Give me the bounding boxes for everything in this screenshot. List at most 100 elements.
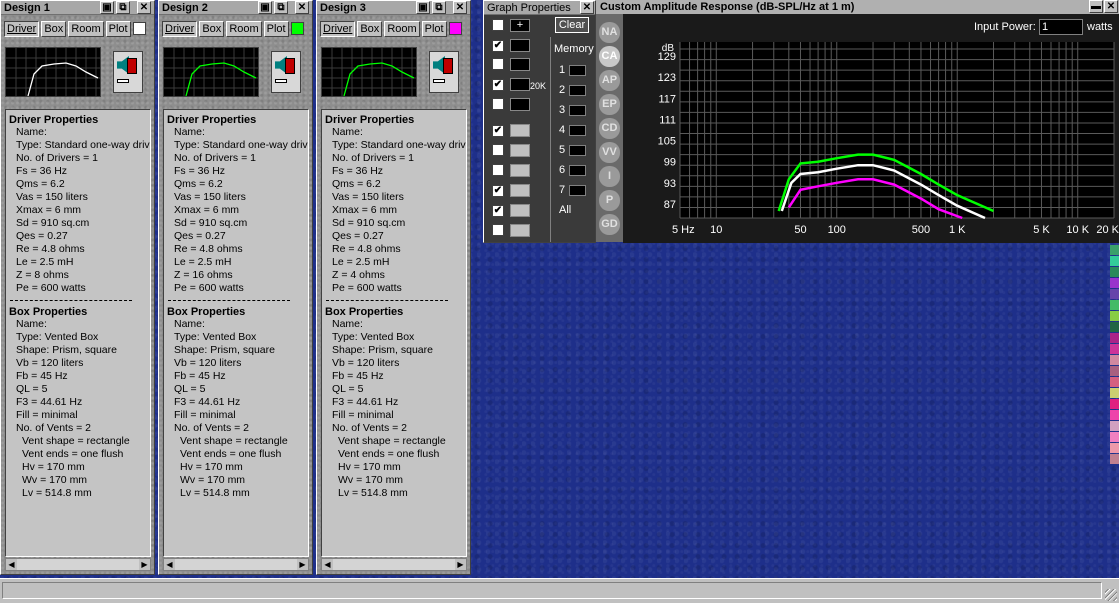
memory-slot-swatch[interactable] bbox=[569, 65, 586, 76]
graph-option-row[interactable] bbox=[492, 58, 530, 72]
option-checkbox[interactable] bbox=[492, 164, 504, 176]
graph-option-row[interactable]: ✔ 20K bbox=[492, 78, 546, 92]
color-swatch[interactable] bbox=[1110, 443, 1119, 453]
graph-option-row[interactable]: ✔ bbox=[492, 204, 530, 218]
copy-icon[interactable]: ⧉ bbox=[116, 1, 130, 14]
memory-slot[interactable]: 4 bbox=[559, 124, 587, 138]
color-swatch[interactable] bbox=[1110, 344, 1119, 354]
close-icon[interactable]: ✕ bbox=[295, 1, 309, 14]
close-icon[interactable]: ✕ bbox=[137, 1, 151, 14]
tab-box[interactable]: Box bbox=[357, 21, 383, 37]
color-swatch[interactable] bbox=[1110, 256, 1119, 266]
response-thumbnail[interactable] bbox=[163, 47, 259, 97]
clear-button[interactable]: Clear bbox=[555, 17, 589, 33]
horizontal-scrollbar[interactable]: ◀ ▶ bbox=[163, 558, 309, 571]
graph-option-row[interactable]: ✔ bbox=[492, 124, 530, 138]
design-titlebar[interactable]: Design 3 ▣ ⧉ ✕ bbox=[317, 1, 470, 15]
color-swatch[interactable] bbox=[1110, 399, 1119, 409]
tab-driver[interactable]: Driver bbox=[162, 21, 198, 37]
color-swatch[interactable] bbox=[1110, 300, 1119, 310]
option-checkbox[interactable]: ✔ bbox=[492, 79, 504, 91]
option-checkbox[interactable]: ✔ bbox=[492, 185, 504, 197]
memory-slot[interactable]: All bbox=[559, 204, 587, 218]
memory-slot[interactable]: 2 bbox=[559, 84, 587, 98]
memory-slot-swatch[interactable] bbox=[569, 165, 586, 176]
memory-slot-swatch[interactable] bbox=[569, 105, 586, 116]
save-icon[interactable]: ▣ bbox=[100, 1, 114, 14]
option-checkbox[interactable]: ✔ bbox=[492, 40, 504, 52]
graph-option-row[interactable] bbox=[492, 224, 530, 238]
color-swatch[interactable] bbox=[1110, 388, 1119, 398]
option-checkbox[interactable] bbox=[492, 58, 504, 70]
graph-option-row[interactable] bbox=[492, 144, 530, 158]
close-icon[interactable]: ✕ bbox=[453, 1, 467, 14]
color-swatch[interactable] bbox=[1110, 333, 1119, 343]
memory-slot-swatch[interactable] bbox=[569, 185, 586, 196]
response-thumbnail[interactable] bbox=[321, 47, 417, 97]
option-checkbox[interactable] bbox=[492, 19, 504, 31]
memory-slot[interactable]: 7 bbox=[559, 184, 587, 198]
close-icon[interactable]: ✕ bbox=[580, 1, 594, 14]
memory-slot[interactable]: 1 bbox=[559, 64, 587, 78]
save-icon[interactable]: ▣ bbox=[258, 1, 272, 14]
color-swatch[interactable] bbox=[1110, 245, 1119, 255]
plot-color-swatch[interactable] bbox=[290, 22, 304, 35]
tab-room[interactable]: Room bbox=[226, 21, 262, 37]
graph-option-row[interactable]: + bbox=[492, 19, 530, 33]
tab-driver[interactable]: Driver bbox=[320, 21, 356, 37]
color-swatch[interactable] bbox=[1110, 410, 1119, 420]
color-swatch[interactable] bbox=[1110, 322, 1119, 332]
close-icon[interactable]: ✕ bbox=[1104, 0, 1118, 13]
scroll-left-icon[interactable]: ◀ bbox=[322, 559, 333, 570]
memory-slot[interactable]: 3 bbox=[559, 104, 587, 118]
tab-plot[interactable]: Plot bbox=[421, 21, 447, 37]
plot-color-swatch[interactable] bbox=[132, 22, 146, 35]
horizontal-scrollbar[interactable]: ◀ ▶ bbox=[5, 558, 151, 571]
memory-slot[interactable]: 6 bbox=[559, 164, 587, 178]
color-swatch[interactable] bbox=[1110, 289, 1119, 299]
graph-option-row[interactable]: ✔ bbox=[492, 39, 530, 53]
option-checkbox[interactable] bbox=[492, 224, 504, 236]
tab-plot[interactable]: Plot bbox=[105, 21, 131, 37]
option-checkbox[interactable]: ✔ bbox=[492, 125, 504, 137]
option-checkbox[interactable]: ✔ bbox=[492, 205, 504, 217]
input-power-field[interactable]: 1 bbox=[1039, 19, 1083, 35]
response-titlebar[interactable]: Custom Amplitude Response (dB-SPL/Hz at … bbox=[596, 0, 1119, 14]
tab-room[interactable]: Room bbox=[68, 21, 104, 37]
graph-option-row[interactable]: ✔ bbox=[492, 184, 530, 198]
color-swatch[interactable] bbox=[1110, 377, 1119, 387]
box-preview-icon[interactable] bbox=[113, 51, 143, 93]
color-swatch[interactable] bbox=[1110, 278, 1119, 288]
memory-slot-swatch[interactable] bbox=[569, 125, 586, 136]
color-swatch[interactable] bbox=[1110, 355, 1119, 365]
design-titlebar[interactable]: Design 2 ▣ ⧉ ✕ bbox=[159, 1, 312, 15]
color-swatch[interactable] bbox=[1110, 267, 1119, 277]
tab-box[interactable]: Box bbox=[41, 21, 67, 37]
color-swatch[interactable] bbox=[1110, 366, 1119, 376]
scroll-left-icon[interactable]: ◀ bbox=[6, 559, 17, 570]
color-swatch[interactable] bbox=[1110, 421, 1119, 431]
resize-grip-icon[interactable] bbox=[1105, 589, 1117, 601]
tab-driver[interactable]: Driver bbox=[4, 21, 40, 37]
color-swatch[interactable] bbox=[1110, 454, 1119, 464]
design-titlebar[interactable]: Design 1 ▣ ⧉ ✕ bbox=[1, 1, 154, 15]
graph-properties-titlebar[interactable]: Graph Properties ✕ bbox=[484, 1, 595, 15]
horizontal-scrollbar[interactable]: ◀ ▶ bbox=[321, 558, 467, 571]
box-preview-icon[interactable] bbox=[429, 51, 459, 93]
color-swatch[interactable] bbox=[1110, 432, 1119, 442]
option-checkbox[interactable] bbox=[492, 98, 504, 110]
response-thumbnail[interactable] bbox=[5, 47, 101, 97]
save-icon[interactable]: ▣ bbox=[416, 1, 430, 14]
scroll-left-icon[interactable]: ◀ bbox=[164, 559, 175, 570]
memory-slot-swatch[interactable] bbox=[569, 145, 586, 156]
memory-slot-swatch[interactable] bbox=[569, 85, 586, 96]
tab-room[interactable]: Room bbox=[384, 21, 420, 37]
copy-icon[interactable]: ⧉ bbox=[432, 1, 446, 14]
minimize-icon[interactable]: ▬ bbox=[1089, 0, 1103, 13]
tab-plot[interactable]: Plot bbox=[263, 21, 289, 37]
graph-option-row[interactable] bbox=[492, 98, 530, 112]
tab-box[interactable]: Box bbox=[199, 21, 225, 37]
color-swatch[interactable] bbox=[1110, 311, 1119, 321]
box-preview-icon[interactable] bbox=[271, 51, 301, 93]
plot-color-swatch[interactable] bbox=[448, 22, 462, 35]
